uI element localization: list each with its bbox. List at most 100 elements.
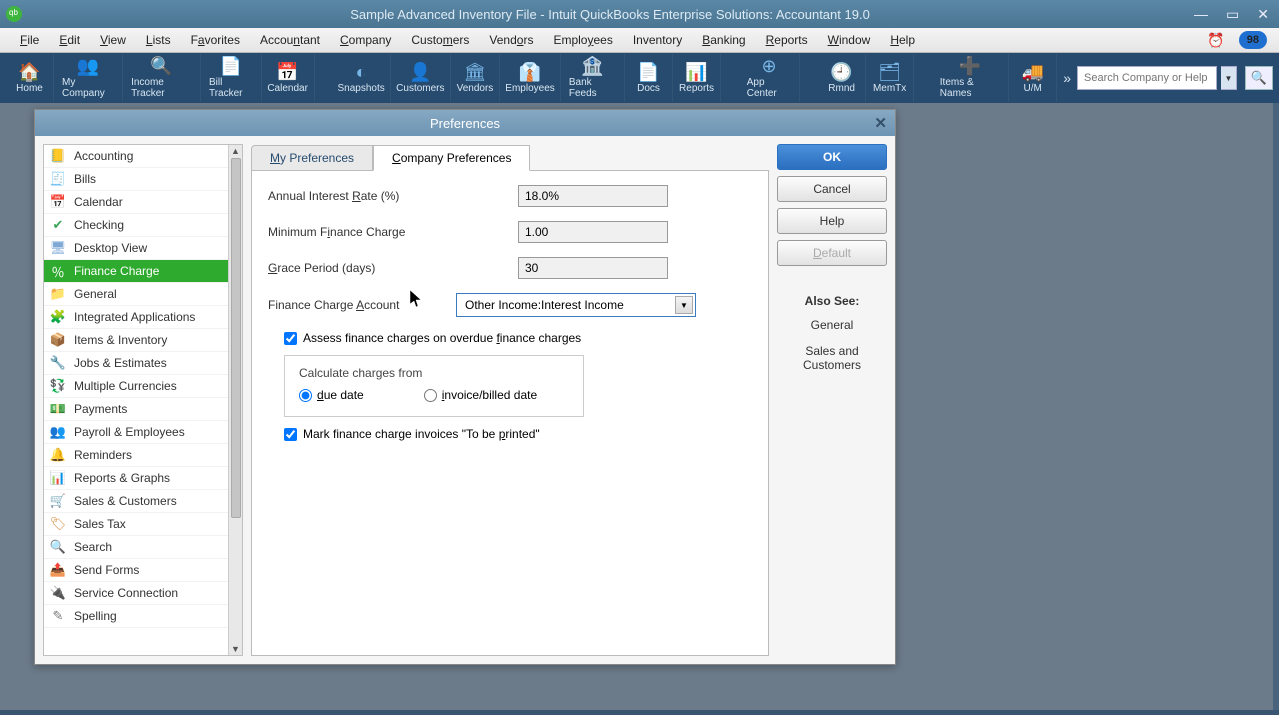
pref-category-send-forms[interactable]: 📤Send Forms	[44, 559, 242, 582]
pref-category-calendar[interactable]: 📅Calendar	[44, 191, 242, 214]
scroll-down-icon[interactable]: ▼	[231, 644, 240, 654]
pref-category-sales-customers[interactable]: 🛒Sales & Customers	[44, 490, 242, 513]
annual-rate-input[interactable]	[518, 185, 668, 207]
toolbar-item-customers[interactable]: 👤Customers	[391, 54, 451, 102]
toolbar-item-u-m[interactable]: 🚚U/M	[1009, 54, 1057, 102]
toolbar-item-docs[interactable]: 📄Docs	[625, 54, 673, 102]
pref-category-general[interactable]: 📁General	[44, 283, 242, 306]
also-see-sales-link[interactable]: Sales and Customers	[777, 344, 887, 372]
toolbar-item-bank-feeds[interactable]: 🏦Bank Feeds	[561, 54, 625, 102]
toolbar-item-app-center[interactable]: ⊕App Center	[739, 54, 801, 102]
multiple-currencies-icon: 💱	[48, 378, 68, 394]
toolbar-item-home[interactable]: 🏠Home	[6, 54, 54, 102]
pref-category-reminders[interactable]: 🔔Reminders	[44, 444, 242, 467]
tab-company-preferences[interactable]: Company PreferencesCompany Preferences	[373, 145, 530, 171]
min-charge-input[interactable]	[518, 221, 668, 243]
toolbar-overflow-icon[interactable]: »	[1057, 70, 1077, 86]
pref-category-label: Calendar	[74, 195, 123, 209]
maximize-button[interactable]: ▭	[1222, 6, 1243, 23]
menu-customers[interactable]: Customers	[403, 30, 477, 50]
pref-category-search[interactable]: 🔍Search	[44, 536, 242, 559]
pref-category-desktop-view[interactable]: 🖥Desktop View	[44, 237, 242, 260]
scroll-up-icon[interactable]: ▲	[231, 146, 240, 156]
search-input[interactable]	[1077, 66, 1217, 90]
also-see-general-link[interactable]: General	[777, 318, 887, 332]
menu-edit[interactable]: Edit	[51, 30, 88, 50]
default-button[interactable]: DefaultDefault	[777, 240, 887, 266]
radio-due-date-input[interactable]	[299, 389, 312, 402]
assess-overdue-checkbox[interactable]	[284, 332, 297, 345]
category-scrollbar[interactable]: ▲ ▼	[228, 145, 242, 655]
menu-file[interactable]: File	[12, 30, 47, 50]
menu-help[interactable]: Help	[882, 30, 923, 50]
menu-employees[interactable]: Employees	[545, 30, 620, 50]
mark-print-checkbox[interactable]	[284, 428, 297, 441]
window-controls: — ▭ ✕	[1190, 6, 1273, 23]
search-button[interactable]: 🔍	[1245, 66, 1273, 90]
menu-favorites[interactable]: Favorites	[183, 30, 248, 50]
pref-category-multiple-currencies[interactable]: 💱Multiple Currencies	[44, 375, 242, 398]
toolbar-label: Reports	[679, 83, 714, 94]
pref-category-label: Spelling	[74, 609, 117, 623]
grace-period-input[interactable]	[518, 257, 668, 279]
menu-accountant[interactable]: Accountant	[252, 30, 328, 50]
minimize-button[interactable]: —	[1190, 6, 1212, 23]
menu-window[interactable]: Window	[820, 30, 879, 50]
scroll-thumb[interactable]	[231, 158, 241, 518]
pref-category-finance-charge[interactable]: ％Finance Charge	[44, 260, 242, 283]
toolbar-label: Income Tracker	[131, 77, 192, 99]
reminders-clock-icon[interactable]: ⏰	[1199, 29, 1232, 52]
radio-invoice-date-input[interactable]	[424, 389, 437, 402]
pref-category-reports-graphs[interactable]: 📊Reports & Graphs	[44, 467, 242, 490]
menu-company[interactable]: Company	[332, 30, 399, 50]
toolbar-item-reports[interactable]: 📊Reports	[673, 54, 721, 102]
toolbar-item-income-tracker[interactable]: 🔍Income Tracker	[123, 54, 201, 102]
ok-button[interactable]: OK	[777, 144, 887, 170]
toolbar-item-bill-tracker[interactable]: 📄Bill Tracker	[201, 54, 262, 102]
menu-view[interactable]: View	[92, 30, 134, 50]
toolbar-item-vendors[interactable]: 🏛Vendors	[451, 54, 500, 102]
toolbar-item-calendar[interactable]: 📅Calendar	[262, 54, 315, 102]
pref-category-accounting[interactable]: 📒Accounting	[44, 145, 242, 168]
radio-due-date[interactable]: due datedue date	[299, 388, 364, 402]
menu-lists[interactable]: Lists	[138, 30, 179, 50]
menu-reports[interactable]: Reports	[758, 30, 816, 50]
help-button[interactable]: Help	[777, 208, 887, 234]
desktop-view-icon: 🖥	[48, 240, 68, 256]
pref-category-label: Bills	[74, 172, 96, 186]
toolbar-item-employees[interactable]: 👔Employees	[500, 54, 561, 102]
tab-my-preferences[interactable]: MMy Preferencesy Preferences	[251, 145, 373, 171]
toolbar-item-memtx[interactable]: 🗂MemTx	[866, 54, 914, 102]
pref-category-sales-tax[interactable]: 🏷Sales Tax	[44, 513, 242, 536]
radio-invoice-date[interactable]: invoice/billed dateinvoice/billed date	[424, 388, 537, 402]
menu-inventory[interactable]: Inventory	[625, 30, 690, 50]
search-dropdown-icon[interactable]: ▼	[1221, 66, 1237, 90]
menu-vendors[interactable]: Vendors	[481, 30, 541, 50]
pref-category-payroll-employees[interactable]: 👥Payroll & Employees	[44, 421, 242, 444]
app-right-scrollbar[interactable]	[1273, 103, 1279, 710]
accounting-icon: 📒	[48, 148, 68, 164]
pref-category-label: Reports & Graphs	[74, 471, 170, 485]
combo-dropdown-icon[interactable]: ▼	[675, 296, 693, 314]
jobs-estimates-icon: 🔧	[48, 355, 68, 371]
toolbar-item-items-names[interactable]: ➕Items & Names	[932, 54, 1009, 102]
menu-banking[interactable]: Banking	[694, 30, 753, 50]
pref-category-jobs-estimates[interactable]: 🔧Jobs & Estimates	[44, 352, 242, 375]
reminders-badge[interactable]: 98	[1239, 31, 1267, 49]
dialog-close-icon[interactable]: ✕	[874, 114, 887, 132]
pref-category-service-connection[interactable]: 🔌Service Connection	[44, 582, 242, 605]
cancel-button[interactable]: Cancel	[777, 176, 887, 202]
vendors-icon: 🏛	[464, 63, 487, 81]
pref-category-bills[interactable]: 🧾Bills	[44, 168, 242, 191]
finance-account-combo[interactable]: Other Income:Interest Income ▼	[456, 293, 696, 317]
toolbar-item-rmnd[interactable]: 🕘Rmnd	[818, 54, 866, 102]
pref-category-payments[interactable]: 💵Payments	[44, 398, 242, 421]
send-forms-icon: 📤	[48, 562, 68, 578]
pref-category-spelling[interactable]: ✎Spelling	[44, 605, 242, 628]
pref-category-integrated-applications[interactable]: 🧩Integrated Applications	[44, 306, 242, 329]
pref-category-items-inventory[interactable]: 📦Items & Inventory	[44, 329, 242, 352]
close-button[interactable]: ✕	[1253, 6, 1273, 23]
toolbar-item-my-company[interactable]: 👥My Company	[54, 54, 123, 102]
pref-category-checking[interactable]: ✔Checking	[44, 214, 242, 237]
toolbar-item-snapshots[interactable]: ◐Snapshots	[332, 54, 391, 102]
